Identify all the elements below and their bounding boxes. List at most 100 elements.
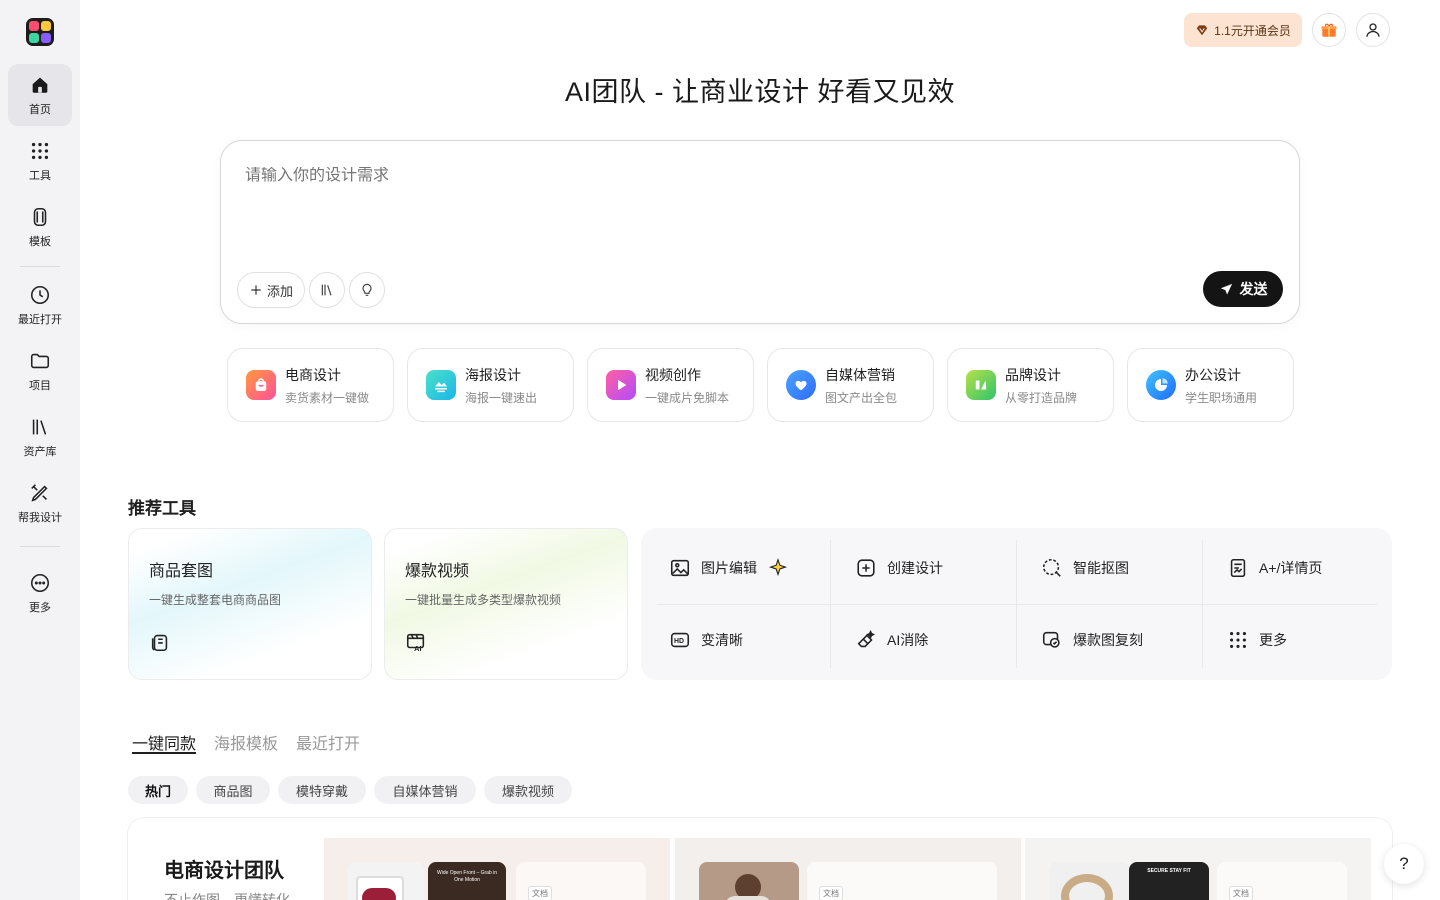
- category-social-media-marketing[interactable]: 自媒体营销图文产出全包: [767, 348, 934, 422]
- tool-label: 智能抠图: [1073, 560, 1129, 576]
- tool-card-product-set[interactable]: 商品套图 一键生成整套电商商品图: [128, 528, 372, 680]
- tool-enhance[interactable]: HD 变清晰: [641, 604, 827, 676]
- pie-chart-icon: [1146, 370, 1176, 400]
- design-prompt-input[interactable]: [245, 167, 1245, 185]
- tab-recently-opened[interactable]: 最近打开: [296, 730, 360, 754]
- heart-chat-icon: [786, 370, 816, 400]
- category-poster-design[interactable]: 海报设计海报一键速出: [407, 348, 574, 422]
- category-subtitle: 卖货素材一键做: [285, 390, 370, 405]
- sidebar-item-assets[interactable]: 资产库: [8, 406, 72, 468]
- filter-chip-social-media[interactable]: 自媒体营销: [374, 776, 476, 804]
- sidebar: 首页 工具 模板 最近打开 项目 资产库 帮我设计 更多: [0, 0, 80, 900]
- tool-label: 变清晰: [701, 632, 743, 648]
- category-ecommerce-design[interactable]: 电商设计 卖货素材一键做: [227, 348, 394, 422]
- cutout-icon: [1042, 558, 1061, 577]
- tool-card-viral-video[interactable]: 爆款视频 一键批量生成多类型爆款视频 AI: [384, 528, 628, 680]
- sidebar-item-label: 帮我设计: [18, 511, 62, 524]
- doc-tag: 文档: [1229, 886, 1253, 900]
- document-preview: 文档: [516, 862, 646, 900]
- grid-icon: [31, 142, 49, 159]
- tool-viral-replicate[interactable]: 爆款图复刻: [1013, 604, 1199, 676]
- poster-icon: [426, 370, 456, 400]
- detail-page-icon: [1230, 558, 1246, 578]
- page-title: AI团队 - 让商业设计 好看又见效: [564, 77, 955, 107]
- ecommerce-team-showcase[interactable]: 电商设计团队 不止作图，更懂转化 Wide Open Front – Grab …: [128, 818, 1392, 900]
- category-brand-design[interactable]: 品牌设计 从零打造品牌: [947, 348, 1114, 422]
- sidebar-item-label: 资产库: [23, 445, 57, 458]
- category-title: 办公设计: [1185, 366, 1241, 383]
- user-button[interactable]: [1356, 13, 1390, 47]
- recommended-tools-title: 推荐工具: [128, 499, 196, 518]
- tool-label: 爆款图复刻: [1073, 632, 1143, 648]
- inspiration-button[interactable]: [349, 272, 385, 308]
- category-subtitle: 图文产出全包: [825, 390, 898, 405]
- showcase-thumbnail[interactable]: SECURE STAY FIT 文档: [1025, 838, 1371, 900]
- product-photo: Wide Open Front – Grab in One Motion: [428, 862, 506, 900]
- tool-smart-cutout[interactable]: 智能抠图: [1013, 532, 1199, 604]
- sidebar-item-more[interactable]: 更多: [8, 562, 72, 624]
- category-subtitle: 一键成片免脚本: [645, 390, 730, 405]
- product-photo: [1049, 862, 1129, 900]
- library-icon: [32, 419, 47, 435]
- send-button[interactable]: 发送: [1203, 271, 1283, 307]
- showcase-thumbnail[interactable]: 文档: [675, 838, 1021, 900]
- filter-chip-product-image[interactable]: 商品图: [196, 776, 270, 804]
- tool-label: 创建设计: [887, 560, 943, 576]
- svg-text:AI: AI: [414, 644, 421, 653]
- tab-poster-templates[interactable]: 海报模板: [214, 730, 278, 754]
- filter-chip-hot[interactable]: 热门: [128, 776, 188, 804]
- sidebar-item-recent[interactable]: 最近打开: [8, 274, 72, 336]
- sidebar-item-tools[interactable]: 工具: [8, 130, 72, 192]
- category-title: 自媒体营销: [825, 366, 895, 383]
- eraser-icon: [857, 630, 876, 648]
- category-video-creation[interactable]: 视频创作 一键成片免脚本: [587, 348, 754, 422]
- add-attachment-button[interactable]: 添加: [237, 272, 305, 308]
- sidebar-item-label: 模板: [29, 235, 51, 248]
- replicate-icon: [1042, 631, 1060, 648]
- sidebar-item-templates[interactable]: 模板: [8, 196, 72, 258]
- product-set-icon: [151, 634, 168, 652]
- asset-library-button[interactable]: [309, 272, 345, 308]
- sparkle-icon: [768, 558, 788, 577]
- document-preview: 文档: [1217, 862, 1347, 900]
- vip-membership-button[interactable]: 1.1元开通会员: [1184, 13, 1302, 47]
- tool-more[interactable]: 更多: [1199, 604, 1385, 676]
- tool-card-subtitle: 一键批量生成多类型爆款视频: [405, 593, 562, 607]
- tool-card-title: 商品套图: [149, 563, 214, 580]
- tool-ai-remove[interactable]: AI消除: [827, 604, 1013, 676]
- category-title: 海报设计: [465, 366, 521, 383]
- design-tools-icon: [31, 483, 48, 502]
- sidebar-item-projects[interactable]: 项目: [8, 340, 72, 402]
- showcase-subtitle: 不止作图，更懂转化: [164, 892, 290, 900]
- hd-icon: HD: [670, 632, 690, 648]
- sidebar-divider: [20, 266, 60, 267]
- tool-card-title: 爆款视频: [405, 563, 470, 580]
- sidebar-item-design-for-me[interactable]: 帮我设计: [8, 472, 72, 534]
- tool-image-edit[interactable]: 图片编辑: [641, 532, 827, 604]
- app-logo[interactable]: [26, 18, 54, 46]
- filter-chip-viral-video[interactable]: 爆款视频: [484, 776, 572, 804]
- tool-grid-panel: 图片编辑 创建设计 智能抠图 A+/详情页 HD 变清晰 AI消除 爆款图复刻 …: [641, 528, 1392, 680]
- sidebar-item-label: 更多: [29, 601, 51, 614]
- tool-detail-page[interactable]: A+/详情页: [1199, 532, 1385, 604]
- tool-label: 更多: [1259, 632, 1287, 648]
- tab-one-click-same-style[interactable]: 一键同款: [132, 730, 196, 754]
- more-icon: [30, 573, 50, 592]
- template-icon: [33, 207, 47, 226]
- category-title: 品牌设计: [1005, 366, 1061, 383]
- document-preview: 文档: [807, 862, 997, 900]
- gift-icon: [1321, 23, 1337, 37]
- sidebar-item-label: 项目: [29, 379, 51, 392]
- filter-chip-model-wear[interactable]: 模特穿戴: [278, 776, 366, 804]
- category-subtitle: 海报一键速出: [465, 390, 538, 405]
- showcase-title: 电商设计团队: [164, 860, 284, 882]
- product-photo: SECURE STAY FIT: [1129, 862, 1209, 900]
- user-icon: [1366, 23, 1380, 37]
- gift-button[interactable]: [1312, 13, 1346, 47]
- tool-label: 图片编辑: [701, 560, 757, 576]
- clock-icon: [30, 285, 50, 304]
- showcase-thumbnail[interactable]: Wide Open Front – Grab in One Motion 文档: [324, 838, 670, 900]
- tool-create-design[interactable]: 创建设计: [827, 532, 1013, 604]
- help-button[interactable]: ?: [1384, 844, 1424, 884]
- category-office-design[interactable]: 办公设计 学生职场通用: [1127, 348, 1294, 422]
